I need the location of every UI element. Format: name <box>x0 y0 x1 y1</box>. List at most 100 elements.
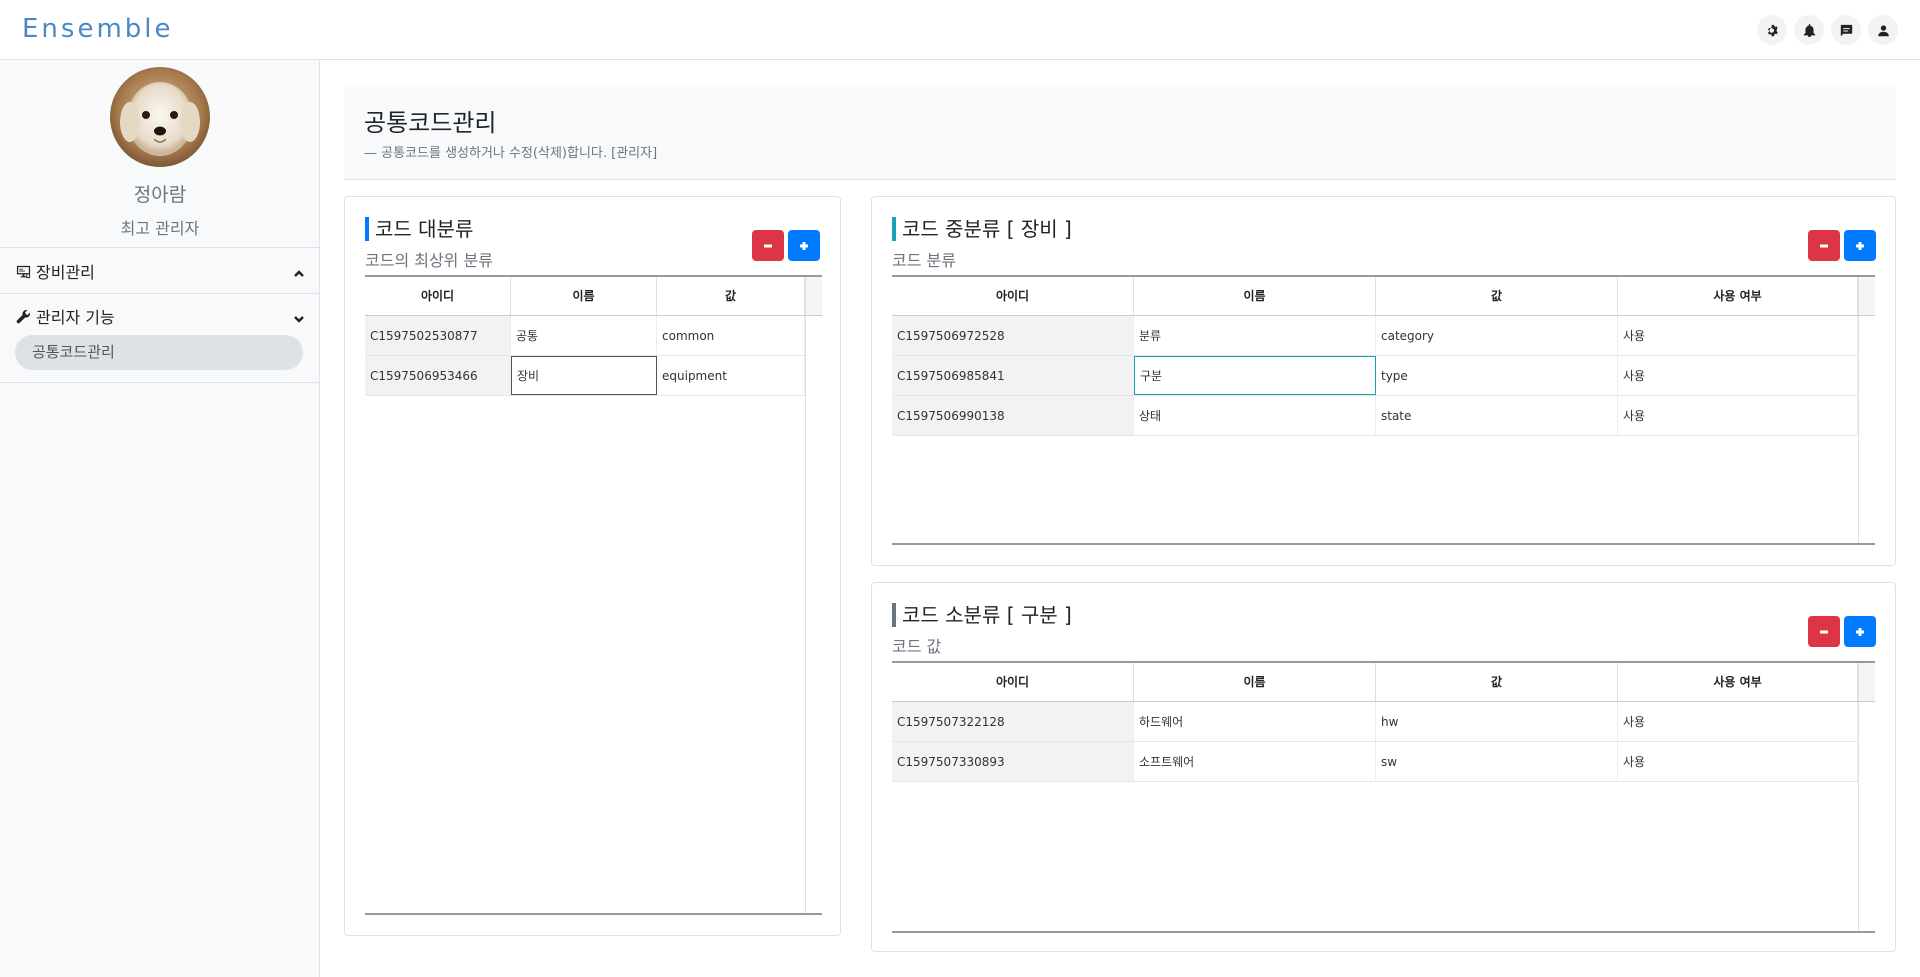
user-name: 정아람 <box>133 184 187 206</box>
menu-equipment-label: 장비관리 <box>36 263 95 282</box>
cell-use[interactable]: 사용 <box>1618 356 1858 395</box>
profile-button[interactable] <box>1868 15 1898 45</box>
middle-code-card: 코드 중분류 [ 장비 ] 코드 분류 아이디 이름 값 사용 여부 C1597… <box>871 196 1896 566</box>
column-header[interactable]: 이름 <box>1134 277 1376 315</box>
table-row[interactable]: C1597502530877 공통 common <box>365 316 805 356</box>
divider <box>0 382 320 383</box>
top-navbar: Ensemble <box>0 0 1920 60</box>
page-subtitle: — 공통코드를 생성하거나 수정(삭제)합니다. [관리자] <box>364 146 658 161</box>
cell-id[interactable]: C1597507322128 <box>892 702 1134 741</box>
middle-grid: 아이디 이름 값 사용 여부 C1597506972528 분류 categor… <box>892 275 1875 545</box>
table-row[interactable]: C1597507330893 소프트웨어 sw 사용 <box>892 742 1858 782</box>
cell-name-selected[interactable]: 구분 <box>1134 356 1376 395</box>
wrench-icon <box>15 308 32 325</box>
minus-icon <box>1820 630 1828 633</box>
messages-button[interactable] <box>1831 15 1861 45</box>
scrollbar[interactable] <box>1858 316 1875 543</box>
user-role: 최고 관리자 <box>120 219 200 238</box>
table-row[interactable]: C1597506972528 분류 category 사용 <box>892 316 1858 356</box>
menu-admin-label: 관리자 기능 <box>36 308 115 327</box>
table-row[interactable]: C1597506990138 상태 state 사용 <box>892 396 1858 436</box>
top-icon-group <box>1757 15 1898 45</box>
table-row[interactable]: C1597506985841 구분 type 사용 <box>892 356 1858 396</box>
grid-header: 아이디 이름 값 <box>365 277 805 316</box>
divider <box>0 247 320 248</box>
minus-icon <box>1820 244 1828 247</box>
cell-value[interactable]: type <box>1376 356 1618 395</box>
major-grid: 아이디 이름 값 C1597502530877 공통 common C15975… <box>365 275 822 915</box>
cell-name[interactable]: 소프트웨어 <box>1134 742 1376 781</box>
delete-minor-button[interactable] <box>1808 616 1840 647</box>
minus-icon <box>764 244 772 247</box>
menu-equipment[interactable]: 장비관리 <box>15 258 305 284</box>
page-header: 공통코드관리 — 공통코드를 생성하거나 수정(삭제)합니다. [관리자] <box>344 85 1896 180</box>
plus-icon <box>800 241 808 250</box>
cell-value[interactable]: sw <box>1376 742 1618 781</box>
monitor-icon <box>15 263 32 280</box>
scrollbar[interactable] <box>805 316 822 913</box>
card-subtitle: 코드의 최상위 분류 <box>365 251 493 270</box>
cell-name[interactable]: 상태 <box>1134 396 1376 435</box>
column-header[interactable]: 사용 여부 <box>1618 277 1858 315</box>
divider <box>0 293 320 294</box>
table-row[interactable]: C1597507322128 하드웨어 hw 사용 <box>892 702 1858 742</box>
chevron-up-icon <box>293 265 305 277</box>
brand-logo[interactable]: Ensemble <box>22 14 174 44</box>
cell-use[interactable]: 사용 <box>1618 742 1858 781</box>
gear-icon <box>1767 24 1778 36</box>
notifications-button[interactable] <box>1794 15 1824 45</box>
sidebar-item-common-code[interactable]: 공통코드관리 <box>15 335 303 370</box>
cell-use[interactable]: 사용 <box>1618 396 1858 435</box>
cell-value[interactable]: state <box>1376 396 1618 435</box>
cell-name-selected[interactable]: 장비 <box>511 356 657 395</box>
cell-name[interactable]: 분류 <box>1134 316 1376 355</box>
chat-icon <box>1840 24 1852 36</box>
table-row[interactable]: C1597506953466 장비 equipment <box>365 356 805 396</box>
cell-use[interactable]: 사용 <box>1618 702 1858 741</box>
scrollbar[interactable] <box>1858 702 1875 931</box>
cell-use[interactable]: 사용 <box>1618 316 1858 355</box>
column-header[interactable]: 아이디 <box>365 277 511 315</box>
add-middle-button[interactable] <box>1844 230 1876 261</box>
column-header[interactable]: 값 <box>1376 277 1618 315</box>
card-title: 코드 중분류 [ 장비 ] <box>892 217 1072 241</box>
column-header[interactable]: 값 <box>657 277 805 315</box>
column-header[interactable]: 값 <box>1376 663 1618 701</box>
minor-grid: 아이디 이름 값 사용 여부 C1597507322128 하드웨어 hw 사용… <box>892 661 1875 933</box>
column-header[interactable]: 아이디 <box>892 277 1134 315</box>
cell-id[interactable]: C1597506985841 <box>892 356 1134 395</box>
cell-value[interactable]: hw <box>1376 702 1618 741</box>
settings-button[interactable] <box>1757 15 1787 45</box>
cell-value[interactable]: equipment <box>657 356 805 395</box>
cell-id[interactable]: C1597506953466 <box>365 356 511 395</box>
major-code-card: 코드 대분류 코드의 최상위 분류 아이디 이름 값 C159750253087… <box>344 196 841 936</box>
card-title: 코드 대분류 <box>365 217 473 241</box>
card-subtitle: 코드 값 <box>892 637 942 656</box>
column-header[interactable]: 이름 <box>511 277 657 315</box>
grid-header: 아이디 이름 값 사용 여부 <box>892 277 1858 316</box>
bell-icon <box>1803 23 1815 37</box>
cell-id[interactable]: C1597507330893 <box>892 742 1134 781</box>
plus-icon <box>1856 241 1864 250</box>
column-header[interactable]: 사용 여부 <box>1618 663 1858 701</box>
cell-id[interactable]: C1597502530877 <box>365 316 511 355</box>
user-icon <box>1877 24 1889 36</box>
card-title: 코드 소분류 [ 구분 ] <box>892 603 1072 627</box>
grid-header: 아이디 이름 값 사용 여부 <box>892 663 1858 702</box>
cell-value[interactable]: common <box>657 316 805 355</box>
column-header[interactable]: 이름 <box>1134 663 1376 701</box>
minor-code-card: 코드 소분류 [ 구분 ] 코드 값 아이디 이름 값 사용 여부 C15975… <box>871 582 1896 952</box>
delete-middle-button[interactable] <box>1808 230 1840 261</box>
cell-id[interactable]: C1597506990138 <box>892 396 1134 435</box>
chevron-down-icon <box>293 310 305 323</box>
cell-name[interactable]: 하드웨어 <box>1134 702 1376 741</box>
card-subtitle: 코드 분류 <box>892 251 956 270</box>
cell-id[interactable]: C1597506972528 <box>892 316 1134 355</box>
column-header[interactable]: 아이디 <box>892 663 1134 701</box>
cell-name[interactable]: 공통 <box>511 316 657 355</box>
add-major-button[interactable] <box>788 230 820 261</box>
delete-major-button[interactable] <box>752 230 784 261</box>
add-minor-button[interactable] <box>1844 616 1876 647</box>
menu-admin[interactable]: 관리자 기능 <box>15 303 305 329</box>
cell-value[interactable]: category <box>1376 316 1618 355</box>
